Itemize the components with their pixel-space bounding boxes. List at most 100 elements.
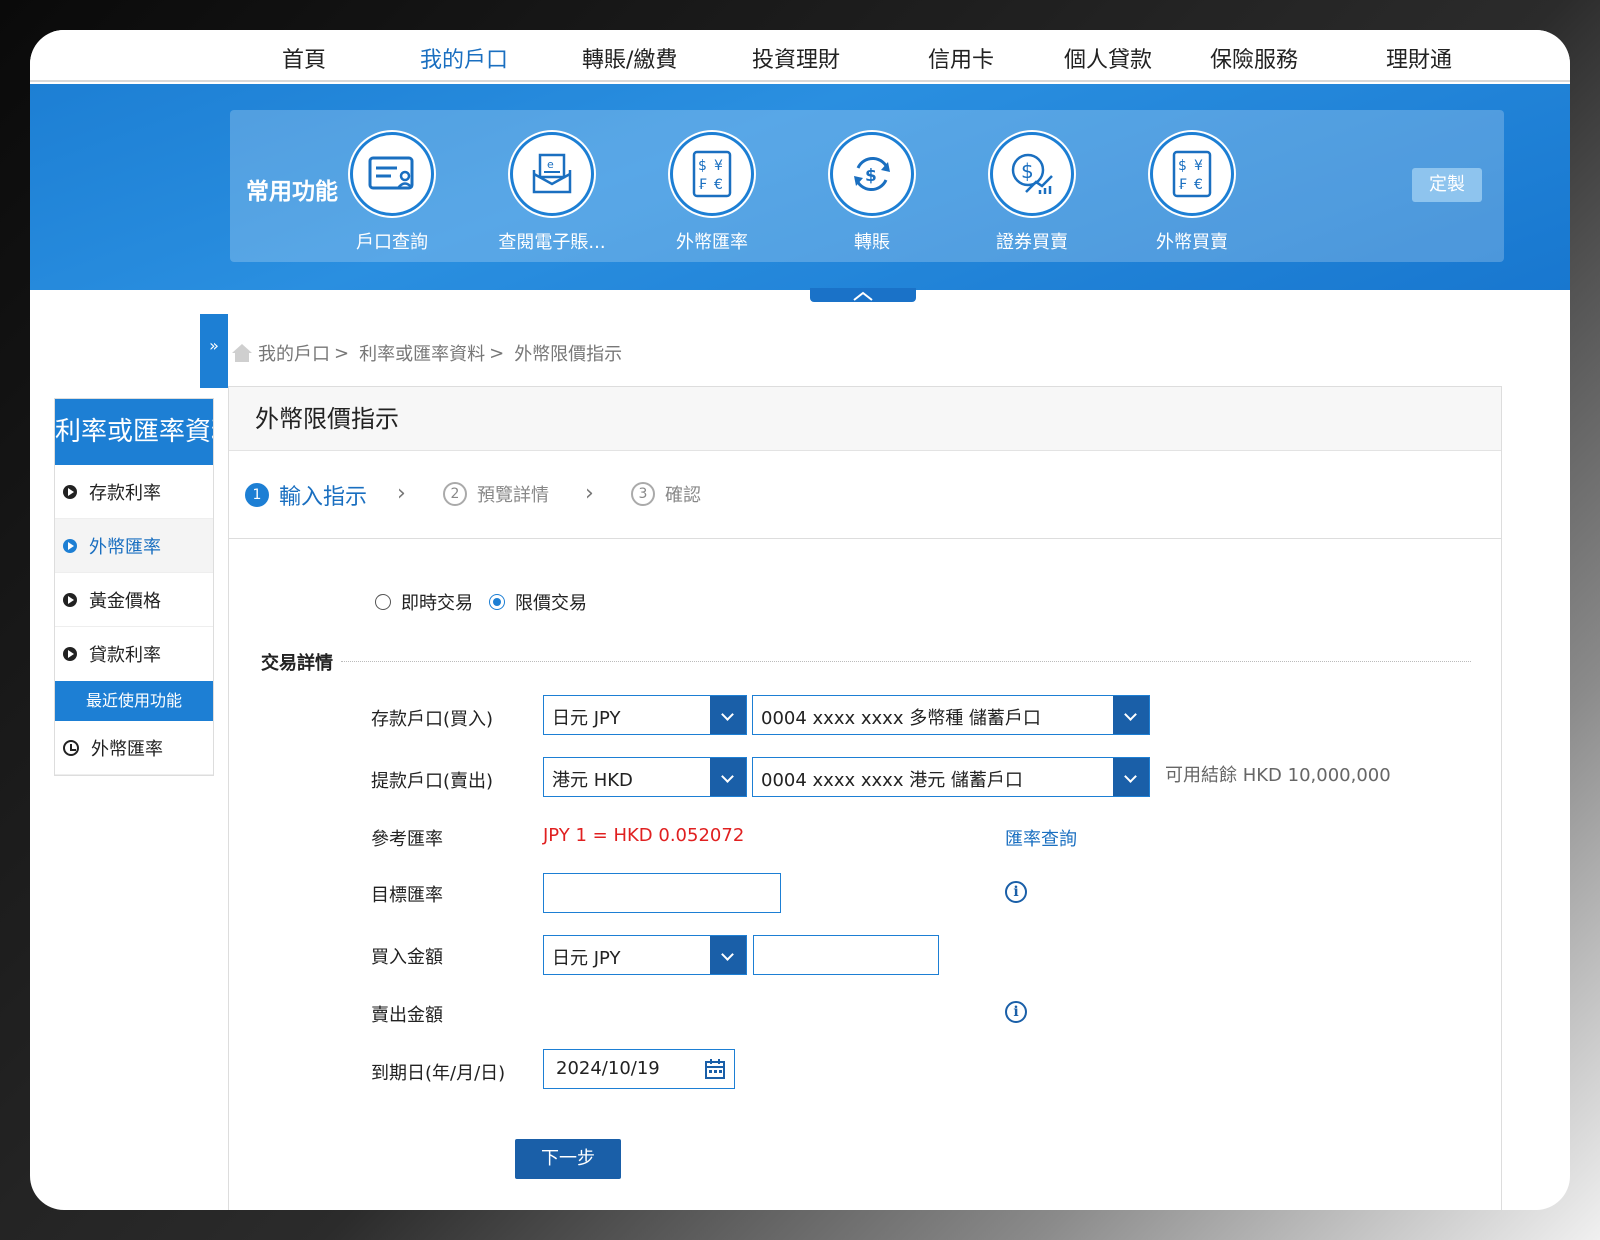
currency-rate-icon: $ ¥ ₣ € xyxy=(670,132,754,216)
nav-personal-loan[interactable]: 個人貸款 xyxy=(1064,42,1152,74)
target-rate-input[interactable] xyxy=(543,873,781,913)
chevron-up-icon xyxy=(853,291,873,301)
svg-text:$: $ xyxy=(698,158,707,174)
step-1: 1 輸入指示 xyxy=(245,479,367,511)
menu-item-label: 外幣匯率 xyxy=(89,536,161,558)
buy-currency-select[interactable]: 日元 JPY xyxy=(543,935,747,975)
select-value: 0004 xxxx xxxx 多幣種 儲蓄戶口 xyxy=(761,708,1041,729)
withdraw-account-select[interactable]: 0004 xxxx xxxx 港元 儲蓄戶口 xyxy=(752,757,1150,797)
nav-wealth-connect[interactable]: 理財通 xyxy=(1386,42,1452,74)
radio-label: 限價交易 xyxy=(515,593,587,614)
ref-rate-value: JPY 1 = HKD 0.052072 xyxy=(543,825,745,846)
step-label: 輸入指示 xyxy=(279,485,368,510)
menu-item-gold-price[interactable]: 黃金價格 xyxy=(55,573,213,627)
step-2: 2 預覽詳情 xyxy=(443,481,549,507)
radio-label: 即時交易 xyxy=(401,593,473,614)
recent-item-fx-rate[interactable]: 外幣匯率 xyxy=(55,721,213,775)
sidebar-toggle-button[interactable]: » xyxy=(200,314,228,388)
step-label: 預覽詳情 xyxy=(477,485,549,506)
breadcrumb-my-account[interactable]: 我的戶口 xyxy=(258,340,330,366)
quick-transfer[interactable]: $ 轉賬 xyxy=(792,132,952,262)
nav-investment[interactable]: 投資理財 xyxy=(752,42,840,74)
deposit-currency-select[interactable]: 日元 JPY xyxy=(543,695,747,735)
quick-account-inquiry[interactable]: 戶口查詢 xyxy=(312,132,472,262)
quick-label: 外幣匯率 xyxy=(676,232,748,253)
radio-limit-trade[interactable] xyxy=(489,594,505,610)
svg-text:e: e xyxy=(547,158,554,171)
clock-icon xyxy=(63,739,79,756)
rate-query-link[interactable]: 匯率查詢 xyxy=(1005,825,1077,851)
nav-transfer-payment[interactable]: 轉賬/繳費 xyxy=(582,42,677,74)
e-statement-envelope-icon: e xyxy=(510,132,594,216)
quick-fx-rate[interactable]: $ ¥ ₣ € 外幣匯率 xyxy=(632,132,792,262)
deposit-account-label: 存款戶口(買入) xyxy=(371,709,494,730)
play-bullet-icon xyxy=(63,592,77,607)
expiry-date-label: 到期日(年/月/日) xyxy=(371,1063,506,1084)
left-menu: 利率或匯率資料 存款利率 外幣匯率 黃金價格 貸款利率 最近使用功能 外幣匯率 xyxy=(54,398,214,776)
ref-rate-label: 參考匯率 xyxy=(371,829,443,850)
sell-amount-label: 賣出金額 xyxy=(371,1005,443,1026)
nav-home[interactable]: 首頁 xyxy=(282,42,326,74)
menu-item-loan-rate[interactable]: 貸款利率 xyxy=(55,627,213,681)
target-rate-label: 目標匯率 xyxy=(371,885,443,906)
nav-insurance[interactable]: 保險服務 xyxy=(1210,42,1298,74)
home-icon[interactable] xyxy=(230,342,254,364)
chevron-down-icon xyxy=(710,696,746,734)
calendar-icon[interactable] xyxy=(704,1058,726,1080)
play-bullet-icon xyxy=(63,647,77,661)
nav-credit-card[interactable]: 信用卡 xyxy=(928,42,994,74)
step-3: 3 確認 xyxy=(631,481,701,507)
quick-label: 查閱電子賬... xyxy=(498,232,606,253)
section-title: 交易詳情 xyxy=(261,653,333,674)
recent-functions-title: 最近使用功能 xyxy=(55,681,213,721)
customize-button[interactable]: 定製 xyxy=(1412,168,1482,202)
next-step-button[interactable]: 下一步 xyxy=(515,1139,621,1179)
browser-page: 首頁 我的戶口 轉賬/繳費 投資理財 信用卡 個人貸款 保險服務 理財通 常用功… xyxy=(30,30,1570,1210)
radio-instant-trade[interactable] xyxy=(375,594,391,610)
quick-label: 戶口查詢 xyxy=(356,232,428,253)
quick-functions-panel: 常用功能 戶口查詢 e 查閱電子賬... $ ¥ ₣ € 外幣匯率 $ 轉賬 $… xyxy=(230,110,1504,262)
available-balance: 可用結餘 HKD 10,000,000 xyxy=(1165,765,1391,786)
securities-chart-icon: $ xyxy=(990,132,1074,216)
select-value: 日元 JPY xyxy=(552,948,621,969)
quick-label: 轉賬 xyxy=(854,232,890,253)
withdraw-currency-select[interactable]: 港元 HKD xyxy=(543,757,747,797)
info-icon[interactable]: i xyxy=(1005,881,1027,903)
play-bullet-icon xyxy=(63,538,77,553)
quick-label: 證券買賣 xyxy=(996,232,1068,253)
quick-fx-trading[interactable]: $ ¥ ₣ € 外幣買賣 xyxy=(1112,132,1272,262)
breadcrumb-separator: > xyxy=(489,342,505,364)
section-divider xyxy=(341,661,1471,662)
page-title: 外幣限價指示 xyxy=(229,387,1501,451)
top-navigation: 首頁 我的戶口 轉賬/繳費 投資理財 信用卡 個人貸款 保險服務 理財通 xyxy=(30,30,1570,82)
step-indicator: 1 輸入指示 › 2 預覽詳情 › 3 確認 xyxy=(229,451,1501,539)
collapse-banner-button[interactable] xyxy=(810,288,916,302)
menu-item-deposit-rate[interactable]: 存款利率 xyxy=(55,465,213,519)
menu-item-fx-rate[interactable]: 外幣匯率 xyxy=(55,519,213,573)
withdraw-account-label: 提款戶口(賣出) xyxy=(371,771,494,792)
info-icon[interactable]: i xyxy=(1005,1001,1027,1023)
chevron-down-icon xyxy=(710,936,746,974)
expiry-date-picker[interactable]: 2024/10/19 xyxy=(543,1049,735,1089)
quick-label: 外幣買賣 xyxy=(1156,232,1228,253)
buy-amount-input[interactable] xyxy=(753,935,939,975)
svg-text:$: $ xyxy=(1178,158,1187,174)
chevron-right-icon: › xyxy=(397,481,406,506)
svg-text:¥: ¥ xyxy=(1194,158,1203,174)
step-number: 2 xyxy=(443,482,467,506)
select-value: 港元 HKD xyxy=(552,770,633,791)
currency-exchange-icon: $ ¥ ₣ € xyxy=(1150,132,1234,216)
svg-text:€: € xyxy=(714,177,723,193)
deposit-account-select[interactable]: 0004 xxxx xxxx 多幣種 儲蓄戶口 xyxy=(752,695,1150,735)
svg-text:$: $ xyxy=(865,166,877,186)
nav-my-account[interactable]: 我的戶口 xyxy=(420,42,508,74)
menu-item-label: 存款利率 xyxy=(89,482,161,504)
double-chevron-right-icon: » xyxy=(209,336,219,355)
svg-text:¥: ¥ xyxy=(714,158,723,174)
quick-securities-trading[interactable]: $ 證券買賣 xyxy=(952,132,1112,262)
quick-e-statement[interactable]: e 查閱電子賬... xyxy=(472,132,632,262)
breadcrumb-rate-info[interactable]: 利率或匯率資料 xyxy=(359,340,485,366)
left-menu-title: 利率或匯率資料 xyxy=(55,399,213,465)
transfer-cycle-icon: $ xyxy=(830,132,914,216)
chevron-right-icon: › xyxy=(585,481,594,506)
